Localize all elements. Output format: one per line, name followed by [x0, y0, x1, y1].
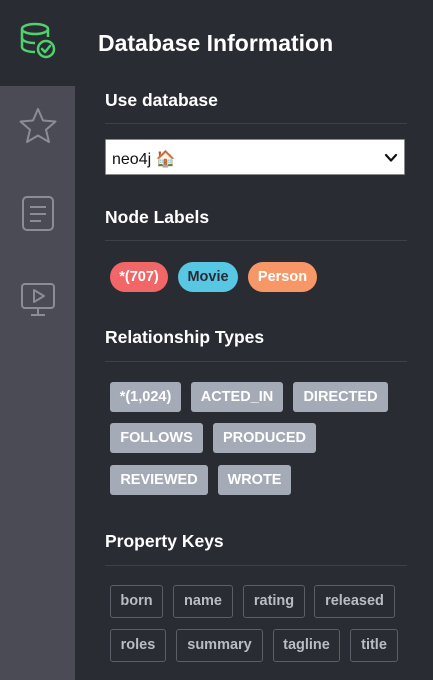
divider: [105, 123, 407, 124]
property-key-rating[interactable]: rating: [243, 585, 305, 618]
use-database-heading: Use database: [105, 90, 218, 110]
sidebar-item-guides[interactable]: [0, 272, 75, 328]
node-labels-heading: Node Labels: [105, 207, 210, 227]
sidebar-item-documents[interactable]: [0, 186, 75, 242]
sidebar: [0, 0, 75, 680]
node-label-person[interactable]: Person: [248, 262, 317, 292]
database-icon: [18, 20, 58, 60]
relationship-type-reviewed[interactable]: REVIEWED: [110, 465, 208, 495]
property-key-born[interactable]: born: [110, 585, 163, 618]
relationship-type-produced[interactable]: PRODUCED: [213, 423, 316, 453]
relationship-type-directed[interactable]: DIRECTED: [293, 382, 388, 412]
divider: [105, 565, 407, 566]
node-label-all[interactable]: *(707): [110, 262, 168, 292]
property-key-title[interactable]: title: [350, 629, 398, 662]
property-key-roles[interactable]: roles: [110, 629, 166, 662]
drawer-title: Database Information: [98, 30, 334, 56]
monitor-play-icon: [18, 280, 58, 320]
relationship-type-follows[interactable]: FOLLOWS: [110, 423, 203, 453]
property-key-name[interactable]: name: [173, 585, 233, 618]
star-icon: [18, 106, 58, 146]
database-select[interactable]: neo4j 🏠: [105, 139, 405, 175]
divider: [105, 361, 407, 362]
relationship-type-wrote[interactable]: WROTE: [218, 465, 291, 495]
property-key-summary[interactable]: summary: [176, 629, 263, 662]
database-information-drawer: Database Information Use database neo4j …: [75, 0, 433, 680]
relationship-types-heading: Relationship Types: [105, 327, 265, 347]
property-keys-heading: Property Keys: [105, 531, 224, 551]
divider: [105, 240, 407, 241]
chevron-down-icon: [384, 151, 398, 169]
sidebar-item-database[interactable]: [0, 12, 75, 68]
relationship-type-acted-in[interactable]: ACTED_IN: [191, 382, 283, 412]
property-key-released[interactable]: released: [314, 585, 395, 618]
property-key-tagline[interactable]: tagline: [273, 629, 340, 662]
database-select-value: neo4j 🏠: [112, 151, 176, 168]
node-label-movie[interactable]: Movie: [178, 262, 238, 292]
document-icon: [20, 194, 56, 234]
sidebar-item-favorites[interactable]: [0, 98, 75, 154]
relationship-type-all[interactable]: *(1,024): [110, 382, 181, 412]
